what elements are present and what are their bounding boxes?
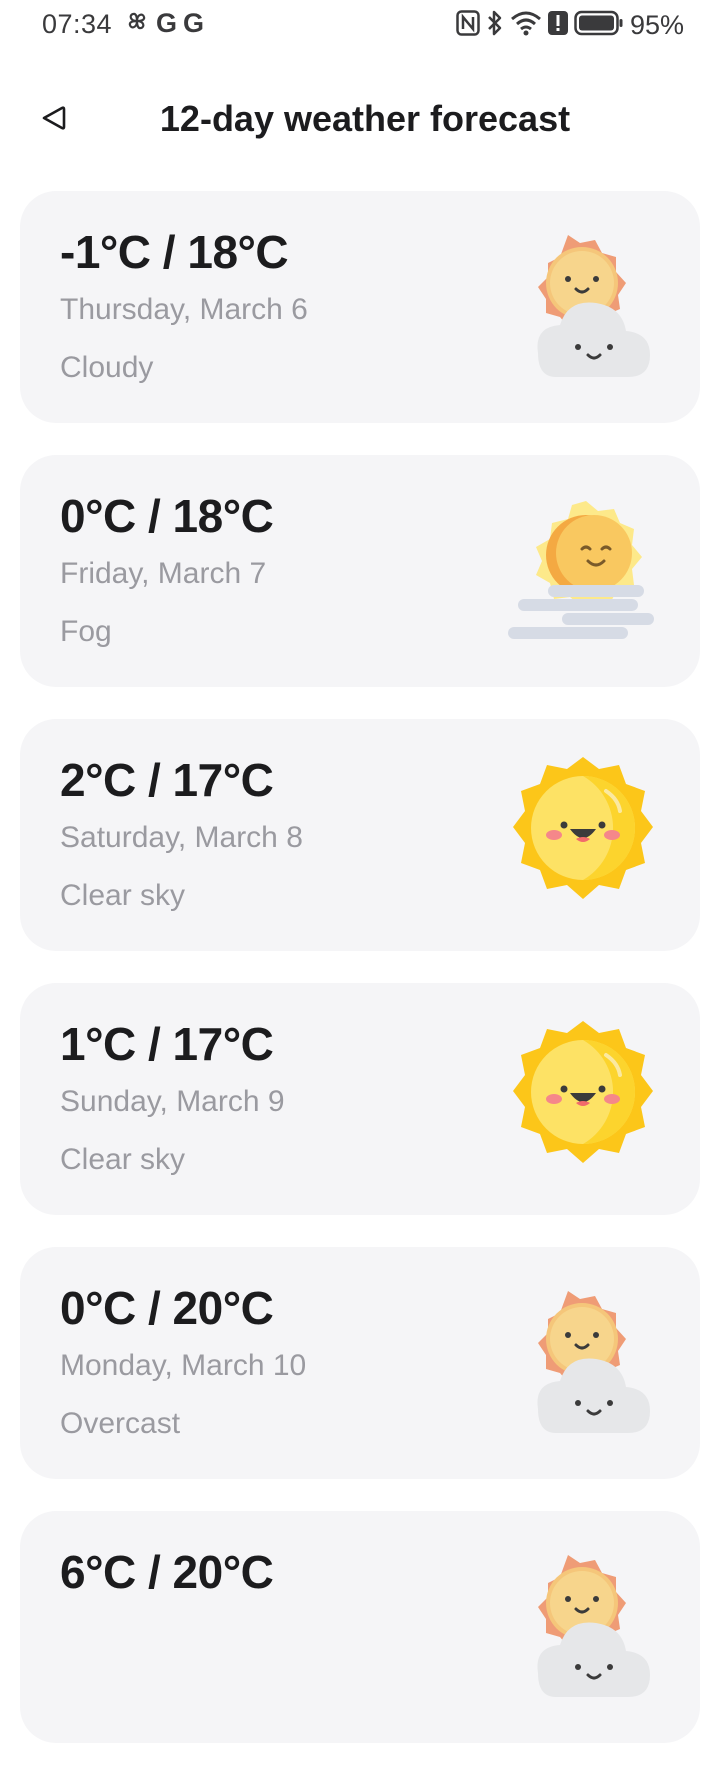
temperature-range: 0°C / 20°C — [60, 1282, 274, 1334]
forecast-date: Monday, March 10 — [60, 1349, 307, 1382]
app-header: 12-day weather forecast — [0, 80, 720, 160]
google-g-icon: G — [183, 8, 205, 38]
forecast-list: -1°C / 18°C Thursday, March 6 Cloudy 0°C… — [20, 191, 700, 1775]
happy-sun-icon — [498, 753, 668, 923]
forecast-card[interactable]: 0°C / 20°C Monday, March 10 Overcast — [20, 1247, 700, 1479]
bluetooth-icon — [486, 9, 504, 42]
temperature-range: 1°C / 17°C — [60, 1018, 274, 1070]
sun-cloud-icon — [498, 225, 668, 395]
page-title: 12-day weather forecast — [159, 98, 571, 139]
weather-condition: Cloudy — [60, 351, 154, 384]
weather-condition: Fog — [60, 615, 112, 648]
pinwheel-icon — [124, 8, 150, 39]
google-g-icon: G — [156, 8, 178, 38]
wifi-icon — [510, 10, 542, 41]
forecast-card[interactable]: 6°C / 20°C — [20, 1511, 700, 1743]
forecast-card[interactable]: 2°C / 17°C Saturday, March 8 Clear sky — [20, 719, 700, 951]
status-left-icons: G G — [124, 8, 204, 39]
weather-condition: Clear sky — [60, 879, 186, 912]
forecast-date: Saturday, March 8 — [60, 821, 303, 854]
sun-cloud-icon — [498, 1545, 668, 1715]
nfc-icon — [456, 10, 480, 41]
sun-fog-icon — [498, 489, 668, 659]
forecast-date: Thursday, March 6 — [60, 293, 308, 326]
weather-condition: Clear sky — [60, 1143, 186, 1176]
temperature-range: 0°C / 18°C — [60, 490, 274, 542]
forecast-date: Sunday, March 9 — [60, 1085, 285, 1118]
status-right-icons: 95% — [456, 9, 684, 42]
weather-condition: Overcast — [60, 1407, 181, 1440]
status-time: 07:34 — [42, 9, 113, 39]
battery-icon — [574, 10, 624, 41]
forecast-date: Friday, March 7 — [60, 557, 267, 590]
happy-sun-icon — [498, 1017, 668, 1187]
sun-cloud-icon — [498, 1281, 668, 1451]
temperature-range: 2°C / 17°C — [60, 754, 274, 806]
temperature-range: -1°C / 18°C — [60, 226, 289, 278]
temperature-range: 6°C / 20°C — [60, 1546, 274, 1598]
alert-icon — [547, 10, 568, 41]
battery-percent: 95% — [629, 10, 684, 40]
forecast-card[interactable]: -1°C / 18°C Thursday, March 6 Cloudy — [20, 191, 700, 423]
forecast-card[interactable]: 0°C / 18°C Friday, March 7 Fog — [20, 455, 700, 687]
forecast-card[interactable]: 1°C / 17°C Sunday, March 9 Clear sky — [20, 983, 700, 1215]
status-bar: 07:34 G G 95% — [0, 0, 720, 54]
